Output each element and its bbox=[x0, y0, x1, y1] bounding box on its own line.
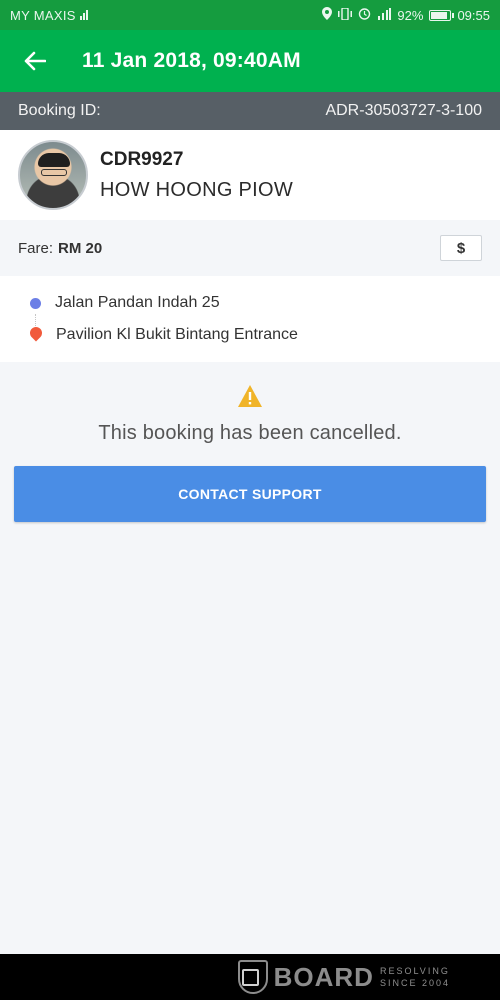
carrier-info: MY MAXIS bbox=[10, 8, 89, 23]
shield-logo-icon bbox=[237, 960, 268, 994]
alarm-icon bbox=[358, 7, 371, 23]
pickup-address: Jalan Pandan Indah 25 bbox=[55, 294, 220, 311]
watermark-tagline-1: RESOLVING bbox=[379, 966, 450, 976]
clock: 09:55 bbox=[457, 7, 490, 23]
warning-icon bbox=[238, 385, 262, 407]
battery-fill bbox=[431, 11, 448, 19]
arrow-left-icon bbox=[24, 51, 46, 71]
status-icons: 92% 09:55 bbox=[322, 6, 490, 23]
dollar-icon: $ bbox=[456, 239, 466, 257]
page-title: 11 Jan 2018, 09:40AM bbox=[82, 49, 301, 72]
fare-row: Fare: RM 20 $ bbox=[0, 220, 500, 276]
cancellation-panel: This booking has been cancelled. CONTACT… bbox=[0, 362, 500, 954]
fare-label: Fare: bbox=[18, 239, 54, 257]
driver-info: CDR9927 HOW HOONG PIOW bbox=[100, 149, 293, 202]
app-bar: 11 Jan 2018, 09:40AM bbox=[0, 30, 500, 92]
booking-id-bar: Booking ID: ADR-30503727-3-100 bbox=[0, 92, 500, 130]
vehicle-plate: CDR9927 bbox=[100, 148, 184, 170]
system-nav-bar: BOARD RESOLVING SINCE 2004 bbox=[0, 954, 500, 1000]
pickup-dot-icon bbox=[30, 297, 41, 309]
battery-icon bbox=[429, 9, 455, 21]
watermark-tagline: RESOLVING SINCE 2004 bbox=[380, 965, 450, 989]
route-connector bbox=[35, 314, 36, 326]
fare-amount: RM 20 bbox=[58, 239, 103, 257]
status-bar: MY MAXIS 92% 09:55 bbox=[0, 0, 500, 30]
location-icon bbox=[322, 7, 333, 23]
dropoff-address: Pavilion Kl Bukit Bintang Entrance bbox=[56, 326, 298, 343]
watermark-brand: BOARD bbox=[273, 961, 374, 992]
contact-support-button[interactable]: CONTACT SUPPORT bbox=[14, 466, 486, 522]
route-card: Jalan Pandan Indah 25 Pavilion Kl Bukit … bbox=[0, 276, 500, 362]
payment-method-button[interactable]: $ bbox=[440, 235, 482, 261]
dropoff-stop: Pavilion Kl Bukit Bintang Entrance bbox=[30, 326, 298, 344]
back-button[interactable] bbox=[20, 46, 50, 76]
booking-id-label: Booking ID: bbox=[18, 102, 101, 119]
watermark-tagline-2: SINCE 2004 bbox=[379, 978, 450, 988]
battery-percent: 92% bbox=[397, 7, 424, 23]
vibrate-icon bbox=[338, 6, 353, 23]
carrier-name: MY MAXIS bbox=[10, 7, 76, 23]
location-pin-icon bbox=[30, 327, 42, 343]
cancellation-message: This booking has been cancelled. bbox=[98, 422, 402, 444]
driver-name: HOW HOONG PIOW bbox=[100, 178, 294, 201]
cellular-signal-icon bbox=[377, 7, 392, 23]
pickup-stop: Jalan Pandan Indah 25 bbox=[30, 294, 220, 312]
data-signal-icon bbox=[79, 8, 89, 23]
watermark: BOARD RESOLVING SINCE 2004 bbox=[237, 954, 450, 1000]
driver-card: CDR9927 HOW HOONG PIOW bbox=[0, 130, 500, 220]
avatar bbox=[18, 140, 88, 210]
booking-id-value: ADR-30503727-3-100 bbox=[325, 102, 482, 119]
